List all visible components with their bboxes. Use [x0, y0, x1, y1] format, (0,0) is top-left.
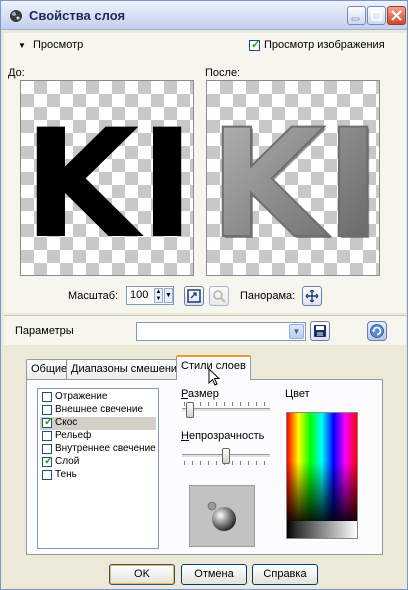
preview-toggle[interactable]: ▼ Просмотр	[18, 39, 83, 51]
size-label: Размер	[181, 388, 219, 400]
preview-toggle-label: Просмотр	[32, 39, 84, 51]
style-label: Отражение	[55, 391, 108, 402]
fit-to-window-icon	[187, 289, 201, 303]
style-checkbox[interactable]	[42, 431, 52, 441]
reset-arrow-icon	[370, 324, 384, 338]
opacity-label: Непрозрачность	[181, 430, 265, 442]
layer-styles-list[interactable]: Отражение Внешнее свечение Скос Рельеф В…	[37, 388, 159, 549]
pan-button[interactable]	[302, 286, 322, 306]
color-picker[interactable]	[286, 412, 358, 539]
size-slider-track[interactable]	[182, 408, 270, 412]
window-title: Свойства слоя	[29, 8, 126, 23]
style-checkbox[interactable]	[42, 470, 52, 480]
app-icon	[9, 9, 23, 23]
list-item[interactable]: Внутреннее свечение	[40, 443, 156, 456]
list-item[interactable]: Внешнее свечение	[40, 404, 156, 417]
list-item[interactable]: Тень	[40, 469, 156, 482]
zoom-label: Масштаб:	[68, 290, 119, 302]
pan-label: Панорама:	[240, 290, 296, 302]
save-preset-button[interactable]	[310, 321, 330, 341]
help-button[interactable]: Справка	[252, 564, 318, 585]
before-glyph-image: KI	[23, 98, 194, 272]
ok-button[interactable]: OK	[109, 564, 175, 585]
list-item[interactable]: Отражение	[40, 391, 156, 404]
list-item[interactable]: Скос	[40, 416, 156, 430]
floppy-disk-icon	[314, 325, 326, 337]
show-preview-label: Просмотр изображения	[264, 39, 385, 51]
color-spectrum[interactable]	[287, 413, 357, 521]
light-direction-preview[interactable]	[189, 485, 255, 547]
zoom-magnifier-icon	[213, 290, 226, 303]
after-glyph: KI	[209, 98, 380, 272]
title-bar[interactable]: Свойства слоя	[1, 1, 407, 30]
sphere-light-icon	[207, 501, 236, 531]
preview-panel: ▼ Просмотр Просмотр изображения До: Посл…	[4, 33, 406, 313]
style-checkbox[interactable]	[42, 455, 53, 467]
size-ticks	[184, 402, 270, 406]
style-label: Рельеф	[55, 430, 92, 441]
list-item[interactable]: Рельеф	[40, 430, 156, 443]
chevron-down-icon[interactable]: ▼	[289, 324, 304, 339]
triangle-down-icon: ▼	[18, 41, 26, 50]
size-slider-thumb[interactable]	[186, 402, 194, 418]
before-preview[interactable]: KI	[20, 80, 194, 276]
parameters-label: Параметры	[15, 325, 74, 337]
style-checkbox[interactable]	[42, 392, 52, 402]
after-label: После:	[205, 67, 241, 79]
style-label: Внешнее свечение	[55, 404, 144, 415]
close-button[interactable]	[387, 6, 406, 25]
color-label: Цвет	[285, 388, 310, 400]
style-checkbox[interactable]	[42, 405, 52, 415]
parameters-bar: Параметры ▼	[4, 315, 406, 345]
move-arrows-icon	[305, 289, 319, 303]
layer-properties-window: Свойства слоя ▼ Просмотр Просмотр изобра…	[0, 0, 408, 590]
minimize-icon	[351, 17, 360, 21]
tab-blend-ranges[interactable]: Диапазоны смешения	[66, 359, 189, 379]
tabs-area: Общие Диапазоны смешения Стили слоев Отр…	[4, 347, 406, 557]
close-icon	[391, 10, 402, 21]
layer-styles-panel: Отражение Внешнее свечение Скос Рельеф В…	[26, 379, 383, 555]
maximize-icon	[371, 10, 382, 21]
after-glyph-image: KI KI	[208, 97, 380, 274]
before-label: До:	[8, 67, 25, 79]
list-item[interactable]: Слой	[40, 455, 156, 469]
style-checkbox[interactable]	[42, 444, 52, 454]
grayscale-strip[interactable]	[287, 521, 357, 538]
style-checkbox[interactable]	[42, 416, 53, 428]
zoom-value: 100	[130, 289, 149, 301]
zoom-spinner[interactable]: ▲ ▼	[154, 288, 163, 303]
cancel-button[interactable]: Отмена	[181, 564, 247, 585]
opacity-slider-thumb[interactable]	[222, 448, 230, 464]
reset-button[interactable]	[367, 321, 387, 341]
chevron-down-icon[interactable]: ▼	[164, 288, 173, 303]
show-preview-checkbox[interactable]	[249, 38, 260, 51]
style-label: Внутреннее свечение	[55, 443, 156, 454]
maximize-button[interactable]	[367, 6, 386, 25]
mouse-cursor-icon	[208, 368, 221, 386]
style-label: Скос	[55, 417, 78, 428]
zoom-field[interactable]: 100 ▲ ▼ ▼	[126, 286, 174, 305]
fit-to-window-button[interactable]	[184, 286, 204, 306]
style-label: Тень	[55, 469, 77, 480]
preset-dropdown[interactable]: ▼	[136, 322, 306, 341]
before-glyph: KI	[23, 98, 194, 272]
minimize-button[interactable]	[347, 6, 366, 25]
after-preview[interactable]: KI KI	[206, 80, 380, 276]
zoom-magnifier-button[interactable]	[209, 286, 229, 306]
style-label: Слой	[55, 456, 80, 467]
